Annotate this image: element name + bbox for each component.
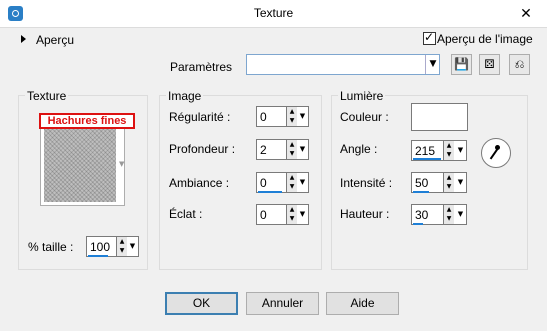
- regularity-value: 0: [260, 110, 267, 124]
- cancel-button[interactable]: Annuler: [246, 292, 319, 315]
- intensity-label: Intensité :: [340, 176, 393, 190]
- ambience-label: Ambiance :: [169, 176, 230, 190]
- intensity-slider-bar[interactable]: [413, 191, 429, 193]
- texture-thumbnail[interactable]: [44, 129, 116, 202]
- light-color-swatch[interactable]: [411, 103, 468, 131]
- height-slider-bar[interactable]: [413, 223, 423, 225]
- preview-toggle-label[interactable]: Aperçu: [36, 33, 74, 47]
- angle-dropdown-icon[interactable]: ▼: [456, 141, 465, 160]
- angle-value: 215: [415, 144, 436, 158]
- ambience-dropdown-icon[interactable]: ▼: [298, 173, 307, 192]
- angle-slider-bar[interactable]: [413, 158, 441, 160]
- color-label: Couleur :: [340, 110, 389, 124]
- angle-dial[interactable]: [481, 138, 511, 168]
- reset-button[interactable]: ⎌: [509, 54, 530, 75]
- height-value: 30: [415, 208, 429, 222]
- intensity-stepper[interactable]: ▲ ▼: [443, 173, 454, 192]
- image-group-label: Image: [166, 89, 204, 103]
- size-label: % taille :: [28, 240, 74, 254]
- texture-name-label: Hachures fines: [39, 113, 135, 129]
- random-button[interactable]: ⚄: [479, 54, 500, 75]
- texture-group-label: Texture: [25, 89, 69, 103]
- shine-value: 0: [260, 208, 267, 222]
- angle-label: Angle :: [340, 142, 378, 156]
- intensity-value: 50: [415, 176, 429, 190]
- dial-knob-icon: [495, 145, 500, 150]
- regularity-label: Régularité :: [169, 110, 231, 124]
- image-preview-label[interactable]: Aperçu de l'image: [437, 32, 533, 46]
- presets-label: Paramètres: [170, 60, 233, 74]
- depth-stepper[interactable]: ▲ ▼: [286, 140, 297, 159]
- intensity-dropdown-icon[interactable]: ▼: [456, 173, 465, 192]
- size-stepper[interactable]: ▲ ▼: [116, 237, 127, 256]
- shine-label: Éclat :: [169, 207, 203, 221]
- size-slider-bar[interactable]: [88, 255, 108, 257]
- chevron-down-icon[interactable]: ▼: [119, 160, 124, 168]
- save-preset-button[interactable]: 💾: [451, 54, 472, 75]
- chevron-down-icon[interactable]: ▼: [425, 55, 440, 74]
- regularity-dropdown-icon[interactable]: ▼: [298, 107, 307, 126]
- ambience-slider-bar[interactable]: [258, 191, 282, 193]
- image-preview-checkbox[interactable]: [423, 30, 436, 45]
- size-value: 100: [90, 240, 111, 254]
- angle-stepper[interactable]: ▲ ▼: [443, 141, 454, 160]
- height-stepper[interactable]: ▲ ▼: [443, 205, 454, 224]
- height-label: Hauteur :: [340, 207, 390, 221]
- expand-arrow-icon[interactable]: [21, 35, 26, 43]
- presets-dropdown[interactable]: [246, 54, 440, 75]
- close-button[interactable]: ✕: [505, 0, 547, 27]
- window-title: Texture: [253, 6, 294, 20]
- height-dropdown-icon[interactable]: ▼: [456, 205, 465, 224]
- help-button[interactable]: Aide: [326, 292, 399, 315]
- ambience-value: 0: [260, 176, 267, 190]
- light-group-label: Lumière: [338, 89, 386, 103]
- depth-value: 2: [260, 143, 267, 157]
- shine-stepper[interactable]: ▲ ▼: [286, 205, 297, 224]
- ok-button[interactable]: OK: [165, 292, 238, 315]
- depth-label: Profondeur :: [169, 142, 236, 156]
- shine-dropdown-icon[interactable]: ▼: [298, 205, 307, 224]
- size-dropdown-icon[interactable]: ▼: [128, 237, 137, 256]
- regularity-stepper[interactable]: ▲ ▼: [286, 107, 297, 126]
- depth-dropdown-icon[interactable]: ▼: [298, 140, 307, 159]
- ambience-stepper[interactable]: ▲ ▼: [286, 173, 297, 192]
